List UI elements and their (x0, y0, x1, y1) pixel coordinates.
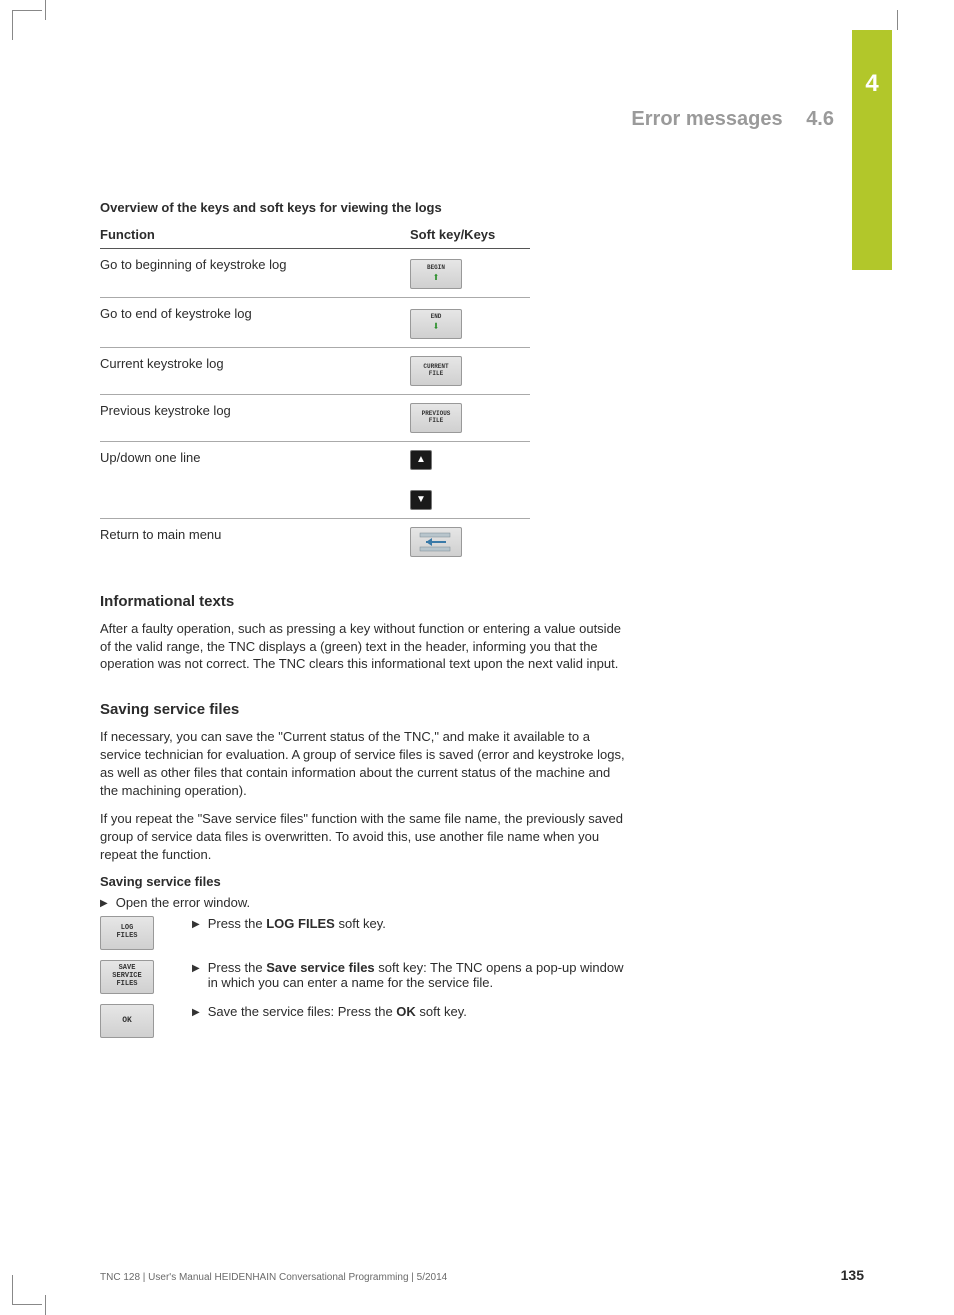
softkey-end: END ⬇ (410, 309, 462, 339)
arrow-down-icon: ⬇ (432, 321, 439, 333)
step-text: Press the Save service files soft key: T… (208, 960, 630, 990)
softkey-log-files: LOG FILES (100, 916, 154, 950)
chapter-number: 4 (852, 70, 892, 98)
page-number: 135 (841, 1267, 864, 1283)
table-row: Go to end of keystroke log END ⬇ (100, 298, 530, 347)
func-cell: Current keystroke log (100, 347, 410, 394)
crop-mark (897, 10, 898, 30)
info-body: After a faulty operation, such as pressi… (100, 620, 630, 674)
hardkey-down: ▼ (410, 490, 432, 510)
step-text: Open the error window. (116, 895, 250, 910)
crop-mark (12, 10, 42, 40)
softkey-ok: OK (100, 1004, 154, 1038)
crop-mark (45, 1295, 46, 1315)
softkey-previous-file: PREVIOUS FILE (410, 403, 462, 433)
table-row: Current keystroke log CURRENT FILE (100, 347, 530, 394)
return-icon (416, 531, 456, 553)
heading-informational: Informational texts (100, 593, 630, 610)
func-cell: Go to end of keystroke log (100, 298, 410, 347)
step-text: Save the service files: Press the OK sof… (208, 1004, 467, 1019)
step-ok: OK ▶ Save the service files: Press the O… (100, 1004, 630, 1038)
heading-saving: Saving service files (100, 701, 630, 718)
save-p1: If necessary, you can save the "Current … (100, 728, 630, 800)
keys-table: Function Soft key/Keys Go to beginning o… (100, 221, 530, 565)
page-footer: TNC 128 | User's Manual HEIDENHAIN Conve… (100, 1267, 864, 1283)
triangle-bullet-icon: ▶ (192, 963, 200, 974)
table-row: Go to beginning of keystroke log BEGIN ⬆ (100, 249, 530, 298)
func-cell: Up/down one line (100, 441, 410, 518)
step-save-service: SAVE SERVICE FILES ▶ Press the Save serv… (100, 960, 630, 994)
step-log-files: LOG FILES ▶ Press the LOG FILES soft key… (100, 916, 630, 950)
softkey-begin: BEGIN ⬆ (410, 259, 462, 289)
header-section: 4.6 (806, 108, 834, 130)
col-function: Function (100, 221, 410, 249)
arrow-up-icon: ⬆ (432, 272, 439, 284)
table-row: Return to main menu (100, 518, 530, 565)
softkey-save-service-files: SAVE SERVICE FILES (100, 960, 154, 994)
crop-mark (45, 0, 46, 20)
table-row: Up/down one line ▲ ▼ (100, 441, 530, 518)
step-text: Press the LOG FILES soft key. (208, 916, 386, 931)
func-cell: Go to beginning of keystroke log (100, 249, 410, 298)
softkey-return-menu (410, 527, 462, 557)
footer-text: TNC 128 | User's Manual HEIDENHAIN Conve… (100, 1272, 447, 1283)
step-open-error: ▶ Open the error window. (100, 895, 630, 910)
save-subheading: Saving service files (100, 874, 630, 889)
hardkey-up: ▲ (410, 450, 432, 470)
triangle-bullet-icon: ▶ (192, 919, 200, 930)
func-cell: Return to main menu (100, 518, 410, 565)
save-p2: If you repeat the "Save service files" f… (100, 810, 630, 864)
func-cell: Previous keystroke log (100, 394, 410, 441)
chapter-tab: 4 (852, 30, 892, 270)
triangle-bullet-icon: ▶ (100, 898, 108, 909)
softkey-current-file: CURRENT FILE (410, 356, 462, 386)
header-title: Error messages (631, 108, 782, 130)
col-softkey: Soft key/Keys (410, 221, 530, 249)
triangle-bullet-icon: ▶ (192, 1007, 200, 1018)
crop-mark (12, 1275, 42, 1305)
table-title: Overview of the keys and soft keys for v… (100, 200, 630, 215)
running-header: Error messages 4.6 (631, 108, 834, 131)
table-row: Previous keystroke log PREVIOUS FILE (100, 394, 530, 441)
page-content: Overview of the keys and soft keys for v… (100, 200, 630, 1048)
